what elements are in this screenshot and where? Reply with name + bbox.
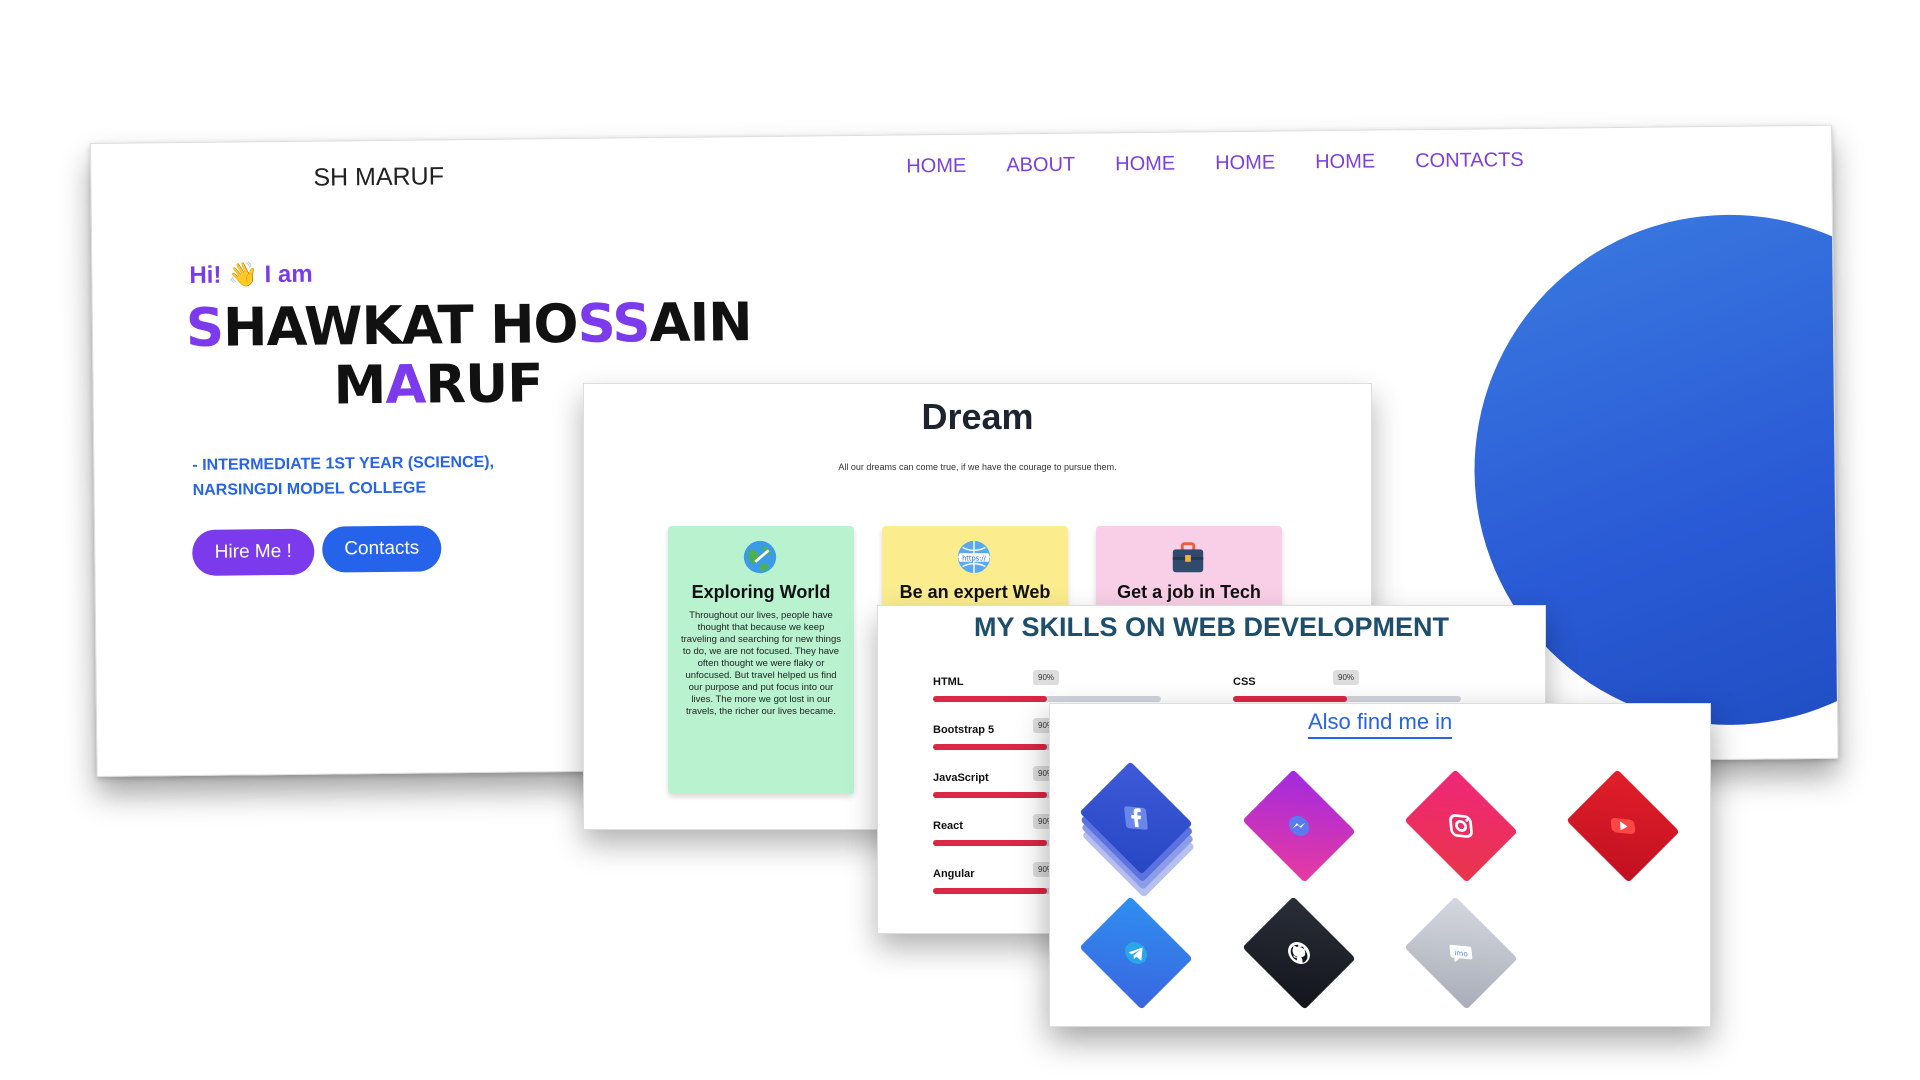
skill-label: React bbox=[933, 820, 963, 832]
social-section: Also find me in imo bbox=[1049, 703, 1711, 1027]
nav-contacts[interactable]: CONTACTS bbox=[1415, 149, 1524, 173]
telegram-icon[interactable] bbox=[1079, 896, 1193, 1010]
name-part-end: AIN bbox=[649, 292, 752, 355]
skill-label: CSS bbox=[1233, 676, 1256, 688]
skill-bar-fill bbox=[933, 888, 1047, 894]
social-title: Also find me in bbox=[1308, 709, 1453, 739]
skills-title: MY SKILLS ON WEB DEVELOPMENT bbox=[973, 612, 1450, 642]
dream-title: Dream bbox=[921, 396, 1034, 437]
dream-subtitle: All our dreams can come true, if we have… bbox=[838, 462, 1117, 472]
briefcase-icon bbox=[1172, 542, 1204, 573]
imo-icon[interactable]: imo bbox=[1404, 896, 1518, 1010]
facebook-icon[interactable] bbox=[1079, 761, 1193, 875]
svg-text:imo: imo bbox=[1454, 948, 1469, 958]
skill-label: Angular bbox=[933, 868, 975, 880]
name2-start: M bbox=[333, 354, 386, 417]
nav-about[interactable]: ABOUT bbox=[1006, 154, 1075, 178]
brand-logo[interactable]: SH MARUF bbox=[313, 162, 444, 192]
card-text: Throughout our lives, people have though… bbox=[680, 610, 841, 717]
hire-me-button[interactable]: Hire Me ! bbox=[192, 528, 315, 576]
greeting: Hi! 👋 I am bbox=[189, 260, 313, 289]
github-icon[interactable] bbox=[1242, 896, 1356, 1010]
card-title: Be an expert Web bbox=[899, 582, 1051, 602]
education-line-2: NARSINGDI MODEL COLLEGE bbox=[192, 479, 427, 499]
nav-home-2[interactable]: HOME bbox=[1115, 153, 1175, 177]
nav-home[interactable]: HOME bbox=[906, 155, 966, 179]
card-title: Exploring World bbox=[691, 582, 831, 602]
skill-label: HTML bbox=[933, 676, 964, 688]
name-accent-ss: SS bbox=[577, 293, 650, 355]
skill-bar bbox=[933, 696, 1161, 702]
skill-label: Bootstrap 5 bbox=[933, 724, 995, 736]
name2-end: RUF bbox=[425, 353, 543, 416]
web-globe-icon: https:// bbox=[957, 540, 991, 574]
nav-home-4[interactable]: HOME bbox=[1315, 151, 1375, 175]
svg-text:https://: https:// bbox=[962, 554, 987, 562]
skill-label: JavaScript bbox=[933, 772, 989, 784]
youtube-icon[interactable] bbox=[1566, 769, 1680, 883]
skill-percent: 90% bbox=[1033, 670, 1060, 685]
name-line-2: MARUF bbox=[333, 353, 542, 416]
name-part: HAWKAT HO bbox=[222, 293, 578, 359]
skill-bar-fill bbox=[933, 840, 1047, 846]
contacts-button[interactable]: Contacts bbox=[322, 525, 442, 573]
skill-bar bbox=[1233, 696, 1461, 702]
instagram-icon[interactable] bbox=[1404, 769, 1518, 883]
card-title: Get a job in Tech bbox=[1117, 582, 1261, 602]
skill-percent: 90% bbox=[1333, 670, 1360, 685]
skill-bar-fill bbox=[933, 792, 1047, 798]
name-line-1: SHAWKAT HOSSAIN bbox=[186, 292, 752, 359]
skill-bar-fill bbox=[933, 696, 1047, 702]
name2-accent: A bbox=[384, 354, 426, 416]
education-text: - INTERMEDIATE 1ST YEAR (SCIENCE), NARSI… bbox=[192, 450, 494, 503]
education-line-1: - INTERMEDIATE 1ST YEAR (SCIENCE), bbox=[192, 453, 495, 474]
name-accent-s: S bbox=[185, 297, 224, 360]
skill-bar-fill bbox=[1233, 696, 1347, 702]
dream-card-exploring: Exploring World Throughout our lives, pe… bbox=[668, 526, 854, 794]
globe-icon bbox=[743, 540, 777, 574]
messenger-icon[interactable] bbox=[1242, 769, 1356, 883]
main-nav: HOME ABOUT HOME HOME HOME CONTACTS bbox=[906, 149, 1524, 178]
nav-home-3[interactable]: HOME bbox=[1215, 152, 1275, 176]
skill-bar-fill bbox=[933, 744, 1047, 750]
